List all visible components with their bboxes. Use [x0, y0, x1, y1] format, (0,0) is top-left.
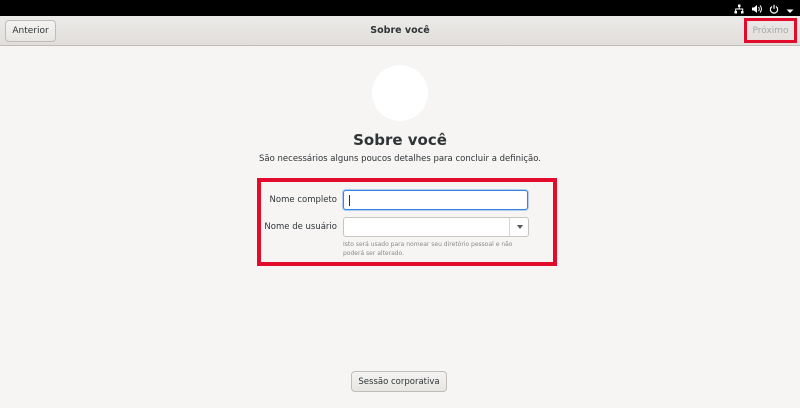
combo-separator	[509, 218, 510, 236]
text-caret	[349, 195, 350, 206]
power-icon[interactable]	[769, 0, 779, 18]
next-button[interactable]: Próximo	[744, 18, 797, 43]
header-title: Sobre você	[370, 25, 430, 36]
username-hint: Isto será usado para nomear seu diretóri…	[343, 241, 513, 257]
network-icon[interactable]	[734, 0, 744, 18]
full-name-input[interactable]	[343, 190, 528, 210]
page-subtitle: São necessários alguns poucos detalhes p…	[259, 154, 541, 164]
system-tray[interactable]	[734, 0, 794, 16]
username-label: Nome de usuário	[264, 222, 337, 232]
username-combo[interactable]	[343, 217, 529, 237]
top-bar	[0, 0, 800, 16]
avatar[interactable]	[372, 65, 428, 121]
enterprise-login-button[interactable]: Sessão corporativa	[351, 371, 447, 392]
previous-button[interactable]: Anterior	[5, 20, 56, 42]
full-name-label: Nome completo	[269, 195, 337, 205]
menu-arrow-icon[interactable]	[786, 0, 794, 18]
page-title: Sobre você	[353, 131, 447, 149]
chevron-down-icon[interactable]	[517, 225, 523, 229]
volume-icon[interactable]	[751, 0, 762, 18]
header-bar: Anterior Sobre você Próximo	[0, 16, 800, 46]
